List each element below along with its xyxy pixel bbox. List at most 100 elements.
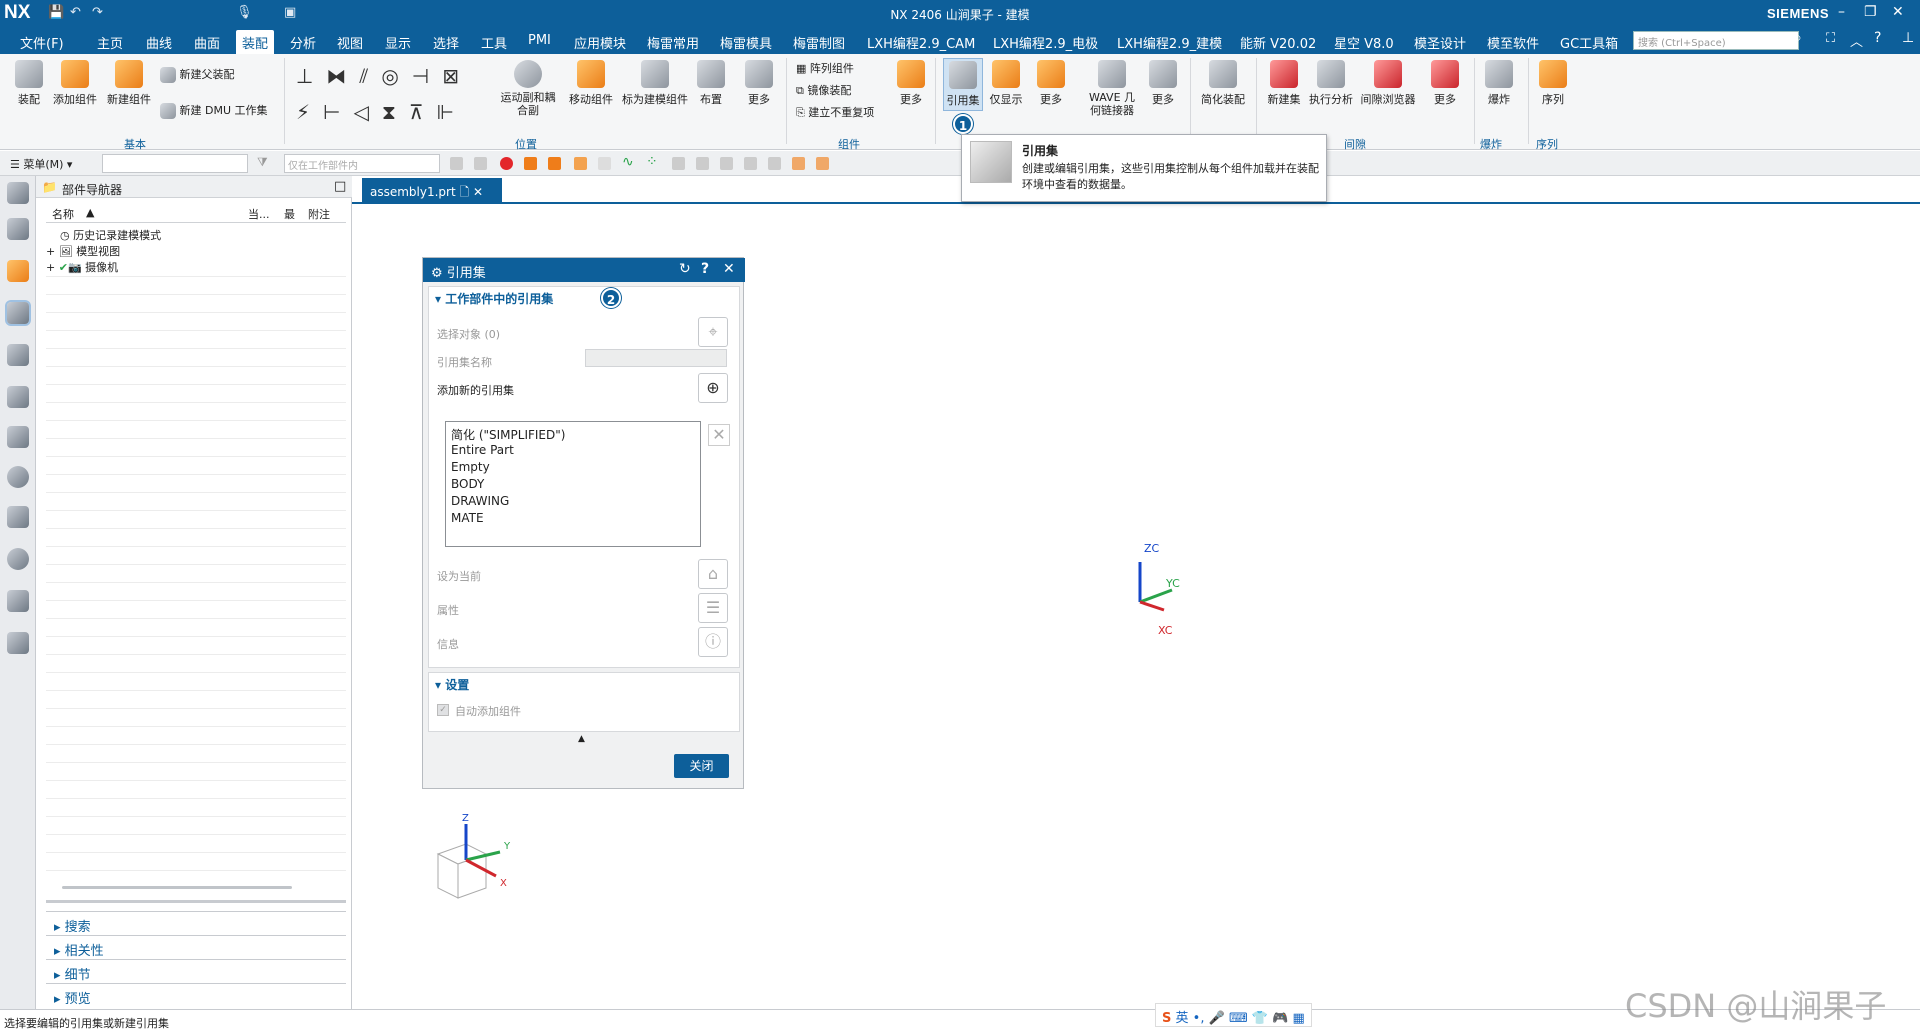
tab-select[interactable]: 选择 (433, 33, 459, 52)
clock-icon[interactable] (7, 548, 29, 570)
command-search-input[interactable]: 搜索 (Ctrl+Space) (1633, 31, 1799, 50)
help-icon[interactable]: ? (1874, 30, 1881, 46)
tab-view[interactable]: 视图 (337, 33, 363, 52)
solid-filter-icon[interactable] (574, 157, 587, 170)
info-button[interactable]: ⓘ (698, 627, 728, 657)
tab-meilei-common[interactable]: 梅雷常用 (647, 33, 699, 52)
constraint-tools-row1[interactable]: ⊥⧓⫽◎⊣⊠ (296, 64, 472, 88)
scope-filter-select[interactable]: 仅在工作部件内 (284, 154, 440, 173)
explode-button[interactable]: 爆炸 (1482, 60, 1516, 107)
reference-set-button[interactable]: 引用集 (943, 58, 983, 111)
snap-tool-icon[interactable] (450, 157, 463, 170)
select-object-button[interactable]: ⌖ (698, 317, 728, 347)
tab-assembly[interactable]: 装配 (236, 30, 275, 56)
reset-icon[interactable]: ↻ (679, 261, 691, 277)
position-more-button[interactable]: 更多 (742, 60, 776, 107)
close-dialog-icon[interactable]: ✕ (723, 261, 735, 277)
list-item[interactable]: BODY (451, 477, 484, 491)
tab-lxh-electrode[interactable]: LXH编程2.9_电极 (993, 33, 1098, 52)
list-item[interactable]: 简化 ("SIMPLIFIED") (451, 426, 565, 443)
document-tab[interactable]: assembly1.prt 🗋 ✕ (362, 178, 502, 202)
web-browser-icon[interactable] (7, 426, 29, 448)
collapse-dialog-icon[interactable]: ▲ (578, 734, 585, 744)
tree-row-model-views[interactable]: + 🖼 模型视图 (46, 243, 120, 259)
filter-icon[interactable]: ⧩ (257, 155, 268, 170)
tab-surface[interactable]: 曲面 (194, 33, 220, 52)
layout-button[interactable]: 布置 (694, 60, 728, 107)
mark-as-model-button[interactable]: 标为建模组件 (620, 60, 690, 107)
add-component-button[interactable]: 添加组件 (50, 60, 100, 107)
tab-tools[interactable]: 工具 (481, 33, 507, 52)
column-latest[interactable]: 最 (284, 206, 295, 222)
tab-curve[interactable]: 曲线 (146, 33, 172, 52)
curve-filter-icon[interactable]: ∿ (622, 154, 634, 170)
maximize-panel-icon[interactable]: □ (334, 179, 346, 194)
tab-meilei-mold[interactable]: 梅雷模具 (720, 33, 772, 52)
sort-ascending-icon[interactable]: ▲ (86, 206, 94, 219)
close-tab-icon[interactable]: ✕ (473, 185, 483, 199)
motion-couple-button[interactable]: 运动副和耦合副 (500, 60, 556, 117)
display-more-button[interactable]: 更多 (1034, 60, 1068, 107)
tab-analysis[interactable]: 分析 (290, 33, 316, 52)
auto-add-checkbox[interactable]: ✓ (437, 704, 449, 716)
horizontal-scrollbar[interactable] (62, 886, 292, 889)
display-more2-button[interactable]: 更多 (1146, 60, 1180, 107)
expand-icon[interactable]: + (46, 261, 59, 274)
new-dmu-workset-button[interactable]: 新建 DMU 工作集 (160, 102, 268, 119)
part-navigator-icon[interactable] (7, 302, 29, 324)
snap-tool-icon[interactable] (816, 157, 829, 170)
no-repeat-button[interactable]: ⎘ 建立不重复项 (796, 104, 874, 120)
ime-voice-icon[interactable]: 🎤 (1209, 1011, 1225, 1026)
assembly-navigator-icon[interactable] (7, 218, 29, 240)
face-filter-icon[interactable] (548, 157, 561, 170)
tab-meilei-drawing[interactable]: 梅雷制图 (793, 33, 845, 52)
system-materials-icon[interactable] (7, 506, 29, 528)
tree-row-history-mode[interactable]: ◷ 历史记录建模模式 (60, 227, 161, 243)
expand-icon[interactable]: + (46, 245, 59, 258)
section-refsets-header[interactable]: ▾ 工作部件中的引用集 (435, 290, 553, 307)
refset-list[interactable]: 简化 ("SIMPLIFIED") Entire Part Empty BODY… (445, 421, 701, 547)
search-icon[interactable]: ⌕ (1794, 30, 1802, 46)
stop-icon[interactable] (500, 157, 513, 170)
column-current[interactable]: 当... (248, 206, 270, 222)
tab-applications[interactable]: 应用模块 (574, 33, 626, 52)
ime-game-icon[interactable]: 🎮 (1272, 1011, 1288, 1026)
close-window-button[interactable]: ✕ (1892, 4, 1904, 20)
tab-nengxin[interactable]: 能新 V20.02 (1240, 33, 1316, 52)
history-icon[interactable] (7, 466, 29, 488)
section-details[interactable]: ▸ 细节 (46, 959, 346, 983)
tab-lxh-modeling[interactable]: LXH编程2.9_建模 (1117, 33, 1222, 52)
restore-button[interactable]: ❐ (1864, 4, 1877, 20)
simplify-assembly-button[interactable]: 简化装配 (1198, 60, 1248, 107)
ime-keyboard-icon[interactable]: ⌨ (1229, 1011, 1248, 1026)
wave-linker-button[interactable]: WAVE 几何链接器 (1084, 60, 1140, 117)
mirror-assembly-button[interactable]: ⧉ 镜像装配 (796, 82, 851, 98)
component-more-button[interactable]: 更多 (894, 60, 928, 107)
tab-gc-toolbox[interactable]: GC工具箱 (1560, 33, 1618, 52)
tab-xingkong[interactable]: 星空 V8.0 (1334, 33, 1394, 52)
snap-tool-icon[interactable] (720, 157, 733, 170)
tab-pmi[interactable]: PMI (528, 33, 551, 48)
tab-lxh-cam[interactable]: LXH编程2.9_CAM (867, 33, 975, 52)
add-new-refset-button[interactable]: ⊕ (698, 373, 728, 403)
body-filter-icon[interactable] (524, 157, 537, 170)
tools-icon[interactable] (7, 590, 29, 612)
list-item[interactable]: DRAWING (451, 494, 509, 508)
constraint-navigator-icon[interactable] (7, 260, 29, 282)
reuse-library-icon[interactable] (7, 344, 29, 366)
only-show-button[interactable]: 仅显示 (986, 60, 1026, 107)
tab-home[interactable]: 主页 (97, 33, 123, 52)
assembly-button[interactable]: 装配 (10, 60, 48, 107)
delete-refset-icon[interactable]: ✕ (708, 424, 730, 446)
section-search[interactable]: ▸ 搜索 (46, 911, 346, 935)
run-analysis-button[interactable]: 执行分析 (1306, 60, 1356, 107)
section-dependencies[interactable]: ▸ 相关性 (46, 935, 346, 959)
list-item[interactable]: Entire Part (451, 443, 514, 457)
properties-button[interactable]: ☰ (698, 593, 728, 623)
ime-skin-icon[interactable]: 👕 (1252, 1011, 1268, 1026)
collapse-ribbon-icon[interactable]: ︿ (1850, 31, 1863, 50)
column-name[interactable]: 名称 (52, 206, 74, 222)
list-item[interactable]: MATE (451, 511, 484, 525)
new-component-button[interactable]: 新建组件 (104, 60, 154, 107)
sequence-button[interactable]: 序列 (1536, 60, 1570, 107)
